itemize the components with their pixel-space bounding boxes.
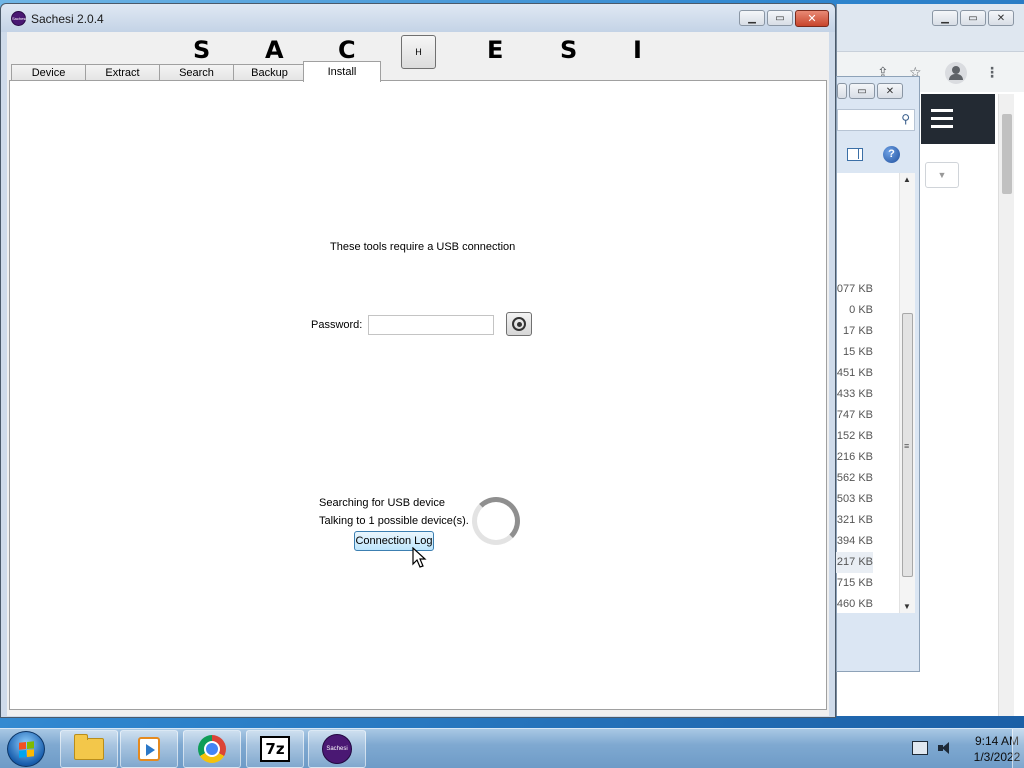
- tab-install[interactable]: Install: [303, 61, 381, 82]
- brand-letter: I: [633, 36, 642, 64]
- brand-letter: S: [193, 36, 211, 64]
- status-searching: Searching for USB device: [319, 497, 445, 509]
- windows-logo-icon: [18, 740, 34, 758]
- taskbar: 7z Sachesi 9:14 AM 1/3/2022: [0, 728, 1024, 768]
- taskbar-media-player[interactable]: [120, 730, 178, 768]
- taskbar-chrome[interactable]: [183, 730, 241, 768]
- preview-pane-icon[interactable]: [847, 148, 863, 161]
- close-icon[interactable]: ✕: [988, 10, 1014, 26]
- explorer-scrollbar[interactable]: ▲ ≡ ▼: [899, 173, 915, 613]
- brand-letter: E: [487, 36, 504, 64]
- scroll-up-icon[interactable]: ▲: [903, 175, 911, 184]
- scroll-down-icon[interactable]: ▼: [903, 602, 911, 611]
- browser-scrollbar[interactable]: [998, 94, 1014, 716]
- start-button[interactable]: [7, 731, 45, 767]
- show-desktop-button[interactable]: [1012, 729, 1024, 768]
- window-title: Sachesi 2.0.4: [31, 12, 104, 26]
- minimize-icon[interactable]: ▁: [932, 10, 958, 26]
- volume-icon[interactable]: [938, 741, 954, 755]
- tab-device[interactable]: Device: [11, 64, 86, 81]
- close-icon[interactable]: ✕: [877, 83, 903, 99]
- tab-extract[interactable]: Extract: [85, 64, 160, 81]
- folder-icon: [74, 734, 104, 760]
- eye-icon: [512, 317, 526, 331]
- file-size-column: ,077 KB 0 KB 17 KB 15 KB ,451 KB ,433 KB ,747 …: [813, 173, 915, 613]
- media-player-icon: [138, 737, 160, 761]
- explorer-toolbar: ?: [837, 139, 917, 169]
- h-button[interactable]: H: [401, 35, 436, 69]
- explorer-search-field[interactable]: ⚲: [837, 109, 915, 131]
- minimize-icon[interactable]: [837, 83, 847, 99]
- maximize-icon[interactable]: ▭: [960, 10, 986, 26]
- install-panel: These tools require a USB connection Pas…: [9, 80, 827, 710]
- hamburger-menu-icon[interactable]: [931, 109, 953, 133]
- brand-letter: S: [560, 36, 578, 64]
- brand-letter: C: [338, 36, 356, 64]
- 7zip-icon: 7z: [260, 736, 290, 762]
- brand-letter: A: [265, 36, 284, 64]
- network-icon[interactable]: [912, 741, 928, 755]
- minimize-icon[interactable]: ▁: [739, 10, 765, 26]
- maximize-icon[interactable]: ▭: [767, 10, 793, 26]
- sachesi-app-icon: Sachesi: [11, 11, 26, 26]
- tab-backup[interactable]: Backup: [233, 64, 306, 81]
- sachesi-window: Sachesi Sachesi 2.0.4 ▁ ▭ ✕ S A C H E S …: [0, 3, 836, 718]
- menu-dots-icon[interactable]: ⋮: [985, 64, 999, 81]
- background-explorer-window[interactable]: ▭ ✕ ⚲ ? ,077 KB 0 KB 17 KB 15 KB ,451 KB ,433…: [813, 76, 920, 672]
- usb-notice: These tools require a USB connection: [330, 241, 516, 253]
- password-label: Password:: [311, 319, 363, 331]
- search-icon: ⚲: [901, 112, 910, 126]
- mouse-cursor-icon: [412, 547, 427, 568]
- system-tray: 9:14 AM 1/3/2022: [874, 729, 1024, 768]
- password-field[interactable]: [368, 315, 494, 335]
- window-client-area: S A C H E S I Device Extract Search Back…: [7, 32, 829, 716]
- close-icon[interactable]: ✕: [795, 10, 829, 27]
- show-password-button[interactable]: [506, 312, 532, 336]
- taskbar-7zip[interactable]: 7z: [246, 730, 304, 768]
- site-dropdown[interactable]: ▼: [925, 162, 959, 188]
- status-device-count: Talking to 1 possible device(s).: [319, 515, 469, 527]
- help-icon[interactable]: ?: [883, 146, 900, 163]
- maximize-icon[interactable]: ▭: [849, 83, 875, 99]
- loading-spinner-icon: [472, 497, 520, 545]
- chrome-icon: [198, 735, 226, 763]
- taskbar-explorer[interactable]: [60, 730, 118, 768]
- sachesi-icon: Sachesi: [322, 734, 352, 764]
- window-titlebar[interactable]: Sachesi Sachesi 2.0.4 ▁ ▭ ✕: [1, 4, 835, 32]
- tab-search[interactable]: Search: [159, 64, 234, 81]
- taskbar-sachesi[interactable]: Sachesi: [308, 730, 366, 768]
- profile-avatar-icon[interactable]: [945, 62, 967, 84]
- browser-titlebar[interactable]: ▁ ▭ ✕: [837, 4, 1024, 52]
- site-header: [921, 94, 995, 144]
